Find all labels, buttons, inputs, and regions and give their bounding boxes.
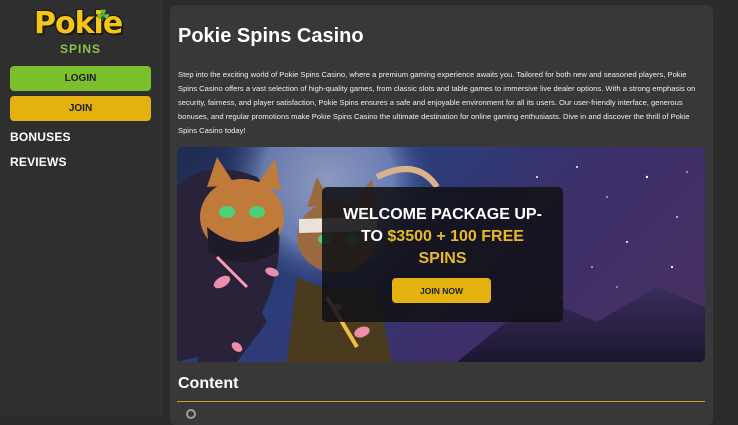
toc-item-icon bbox=[186, 409, 196, 419]
promo-headline-spins: SPINS bbox=[418, 250, 467, 267]
sidebar: Pokie ☘ SPINS LOGIN JOIN BONUSES REVIEWS bbox=[0, 0, 162, 416]
page-title: Pokie Spins Casino bbox=[178, 25, 364, 47]
promo-offer-amount: $3500 + 100 FREE bbox=[387, 228, 524, 245]
promo-card: WELCOME PACKAGE UP- TO $3500 + 100 FREE … bbox=[322, 187, 563, 322]
promo-headline-to: TO bbox=[361, 228, 388, 245]
clover-icon: ☘ bbox=[96, 6, 111, 25]
main-panel: Pokie Spins Casino Step into the excitin… bbox=[170, 5, 713, 425]
join-button[interactable]: JOIN bbox=[10, 96, 151, 121]
sidebar-item-reviews[interactable]: REVIEWS bbox=[10, 155, 67, 169]
cat-ninja-left bbox=[177, 157, 284, 362]
intro-paragraph: Step into the exciting world of Pokie Sp… bbox=[178, 70, 696, 135]
content-divider bbox=[177, 401, 705, 402]
login-button[interactable]: LOGIN bbox=[10, 66, 151, 91]
promo-banner[interactable]: WELCOME PACKAGE UP- TO $3500 + 100 FREE … bbox=[177, 147, 705, 362]
pokie-spins-logo[interactable]: Pokie ☘ SPINS bbox=[34, 6, 123, 57]
content-heading: Content bbox=[178, 375, 239, 392]
logo-subtitle: SPINS bbox=[60, 42, 102, 56]
promo-headline: WELCOME PACKAGE UP- TO $3500 + 100 FREE … bbox=[322, 204, 563, 270]
join-now-button[interactable]: JOIN NOW bbox=[392, 278, 491, 303]
sidebar-item-bonuses[interactable]: BONUSES bbox=[10, 130, 71, 144]
promo-headline-line1: WELCOME PACKAGE UP- bbox=[343, 206, 542, 223]
